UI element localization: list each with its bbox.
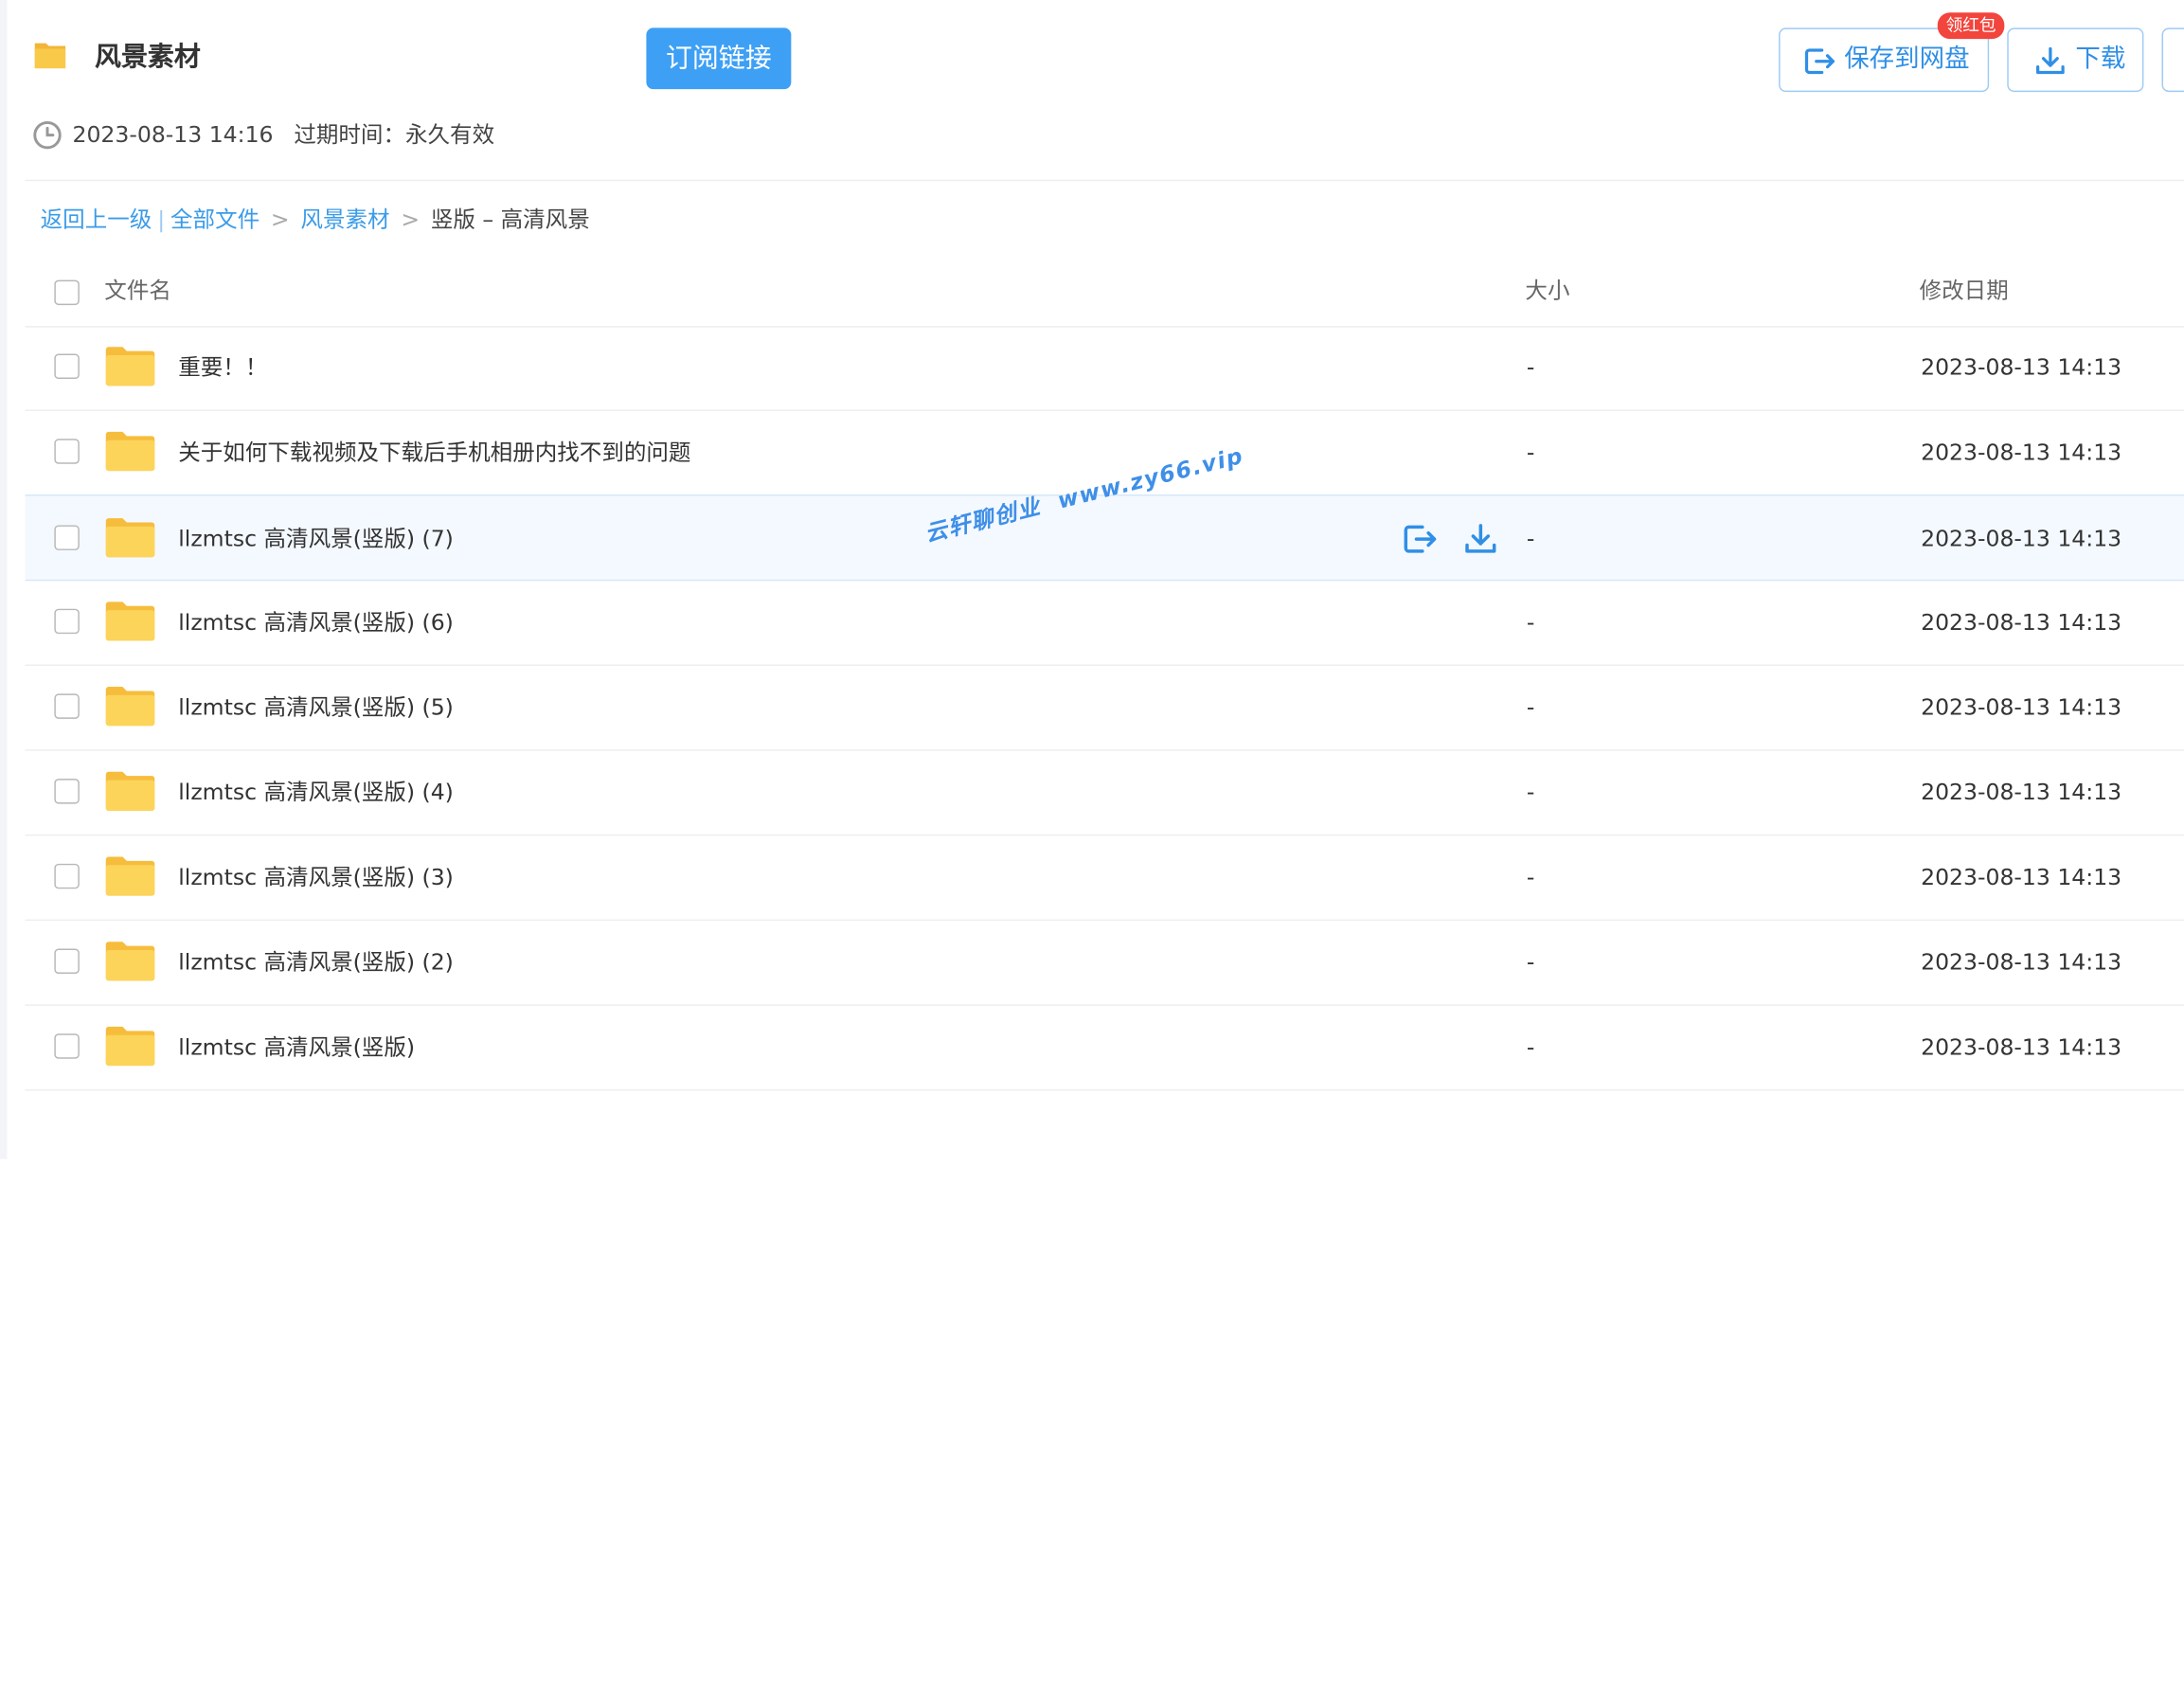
file-name[interactable]: llzmtsc 高清风景(竖版) (2) (178, 946, 454, 979)
clock-icon (33, 120, 62, 150)
share-title: 风景素材 (95, 42, 201, 73)
table-row[interactable]: llzmtsc 高清风景(竖版) (6) - 2023-08-13 14:13 (25, 581, 2184, 666)
file-date: 2023-08-13 14:13 (1921, 779, 2122, 806)
file-date: 2023-08-13 14:13 (1921, 608, 2122, 636)
file-name[interactable]: llzmtsc 高清风景(竖版) (6) (178, 606, 454, 639)
file-name[interactable]: llzmtsc 高清风景(竖版) (7) (178, 523, 454, 556)
table-header: 文件名 大小 修改日期 (25, 257, 2184, 328)
row-checkbox[interactable] (54, 608, 80, 635)
file-name[interactable]: llzmtsc 高清风景(竖版) (3) (178, 861, 454, 894)
folder-icon (105, 1026, 155, 1067)
share-date: 2023-08-13 14:16 (72, 120, 274, 148)
table-row[interactable]: llzmtsc 高清风景(竖版) (5) - 2023-08-13 14:13 (25, 666, 2184, 751)
folder-icon (105, 856, 155, 896)
row-checkbox[interactable] (54, 863, 80, 889)
left-edge (0, 0, 8, 1159)
file-date: 2023-08-13 14:13 (1921, 863, 2122, 890)
file-name[interactable]: llzmtsc 高清风景(竖版) (5) (178, 691, 454, 724)
download-label: 下载 (2075, 45, 2126, 74)
folder-icon (34, 43, 66, 69)
file-size: - (1526, 353, 1535, 381)
save-to-drive-icon (1804, 48, 1835, 75)
folder-icon (105, 687, 155, 727)
file-date: 2023-08-13 14:13 (1921, 439, 2122, 466)
download-button[interactable]: 下载 (2007, 27, 2144, 93)
row-checkbox[interactable] (54, 1033, 80, 1059)
row-checkbox[interactable] (54, 779, 80, 804)
folder-icon (105, 518, 155, 558)
row-checkbox[interactable] (54, 439, 80, 464)
row-download-icon[interactable] (1462, 521, 1498, 557)
file-size: - (1526, 779, 1535, 806)
file-size: - (1526, 525, 1535, 552)
table-row[interactable]: llzmtsc 高清风景(竖版) - 2023-08-13 14:13 (25, 1006, 2184, 1091)
breadcrumb-separator: > (401, 206, 421, 233)
file-size: - (1526, 1033, 1535, 1061)
row-checkbox[interactable] (54, 693, 80, 719)
row-checkbox[interactable] (54, 948, 80, 975)
share-page: 风景素材 订阅链接 保存到网盘 领红包 下载 2023-08-13 14:16 … (0, 0, 2184, 1705)
table-row-hovered[interactable]: llzmtsc 高清风景(竖版) (7) - 2023-08-13 14:13 (25, 494, 2184, 582)
column-header-date[interactable]: 修改日期 (1920, 275, 2009, 308)
breadcrumb: 返回上一级 | 全部文件 > 风景素材 > 竖版 – 高清风景 (41, 204, 590, 237)
file-date: 2023-08-13 14:13 (1921, 353, 2122, 381)
divider (25, 179, 2184, 182)
folder-icon (105, 347, 155, 386)
select-all-checkbox[interactable] (54, 279, 80, 306)
folder-icon (105, 601, 155, 641)
red-packet-badge[interactable]: 领红包 (1937, 12, 2005, 40)
row-checkbox[interactable] (54, 525, 80, 550)
file-date: 2023-08-13 14:13 (1921, 525, 2122, 552)
row-save-icon[interactable] (1402, 521, 1438, 557)
file-size: - (1526, 948, 1535, 976)
file-date: 2023-08-13 14:13 (1921, 948, 2122, 976)
file-size: - (1526, 608, 1535, 636)
breadcrumb-separator: > (270, 206, 290, 233)
all-files-link[interactable]: 全部文件 (170, 204, 260, 237)
file-name[interactable]: llzmtsc 高清风景(竖版) (178, 1031, 415, 1064)
column-header-name[interactable]: 文件名 (104, 275, 171, 308)
breadcrumb-current: 竖版 – 高清风景 (430, 206, 590, 233)
file-size: - (1526, 863, 1535, 890)
folder-icon (105, 942, 155, 981)
folder-icon (105, 771, 155, 811)
file-size: - (1526, 693, 1535, 721)
file-name[interactable]: llzmtsc 高清风景(竖版) (4) (178, 776, 454, 809)
file-name[interactable]: 关于如何下载视频及下载后手机相册内找不到的问题 (178, 436, 690, 469)
row-checkbox[interactable] (54, 353, 80, 380)
file-name[interactable]: 重要！！ (178, 351, 267, 385)
folder-icon (105, 431, 155, 472)
more-button[interactable] (2161, 27, 2184, 93)
table-row[interactable]: llzmtsc 高清风景(竖版) (3) - 2023-08-13 14:13 (25, 835, 2184, 922)
download-icon (2036, 46, 2065, 75)
back-link[interactable]: 返回上一级 (41, 204, 152, 237)
file-size: - (1526, 439, 1535, 466)
breadcrumb-level1-link[interactable]: 风景素材 (300, 204, 389, 237)
subscribe-button[interactable]: 订阅链接 (646, 27, 792, 90)
table-row[interactable]: 重要！！ - 2023-08-13 14:13 (25, 326, 2184, 411)
table-row[interactable]: llzmtsc 高清风景(竖版) (4) - 2023-08-13 14:13 (25, 751, 2184, 836)
expire-time: 过期时间：永久有效 (294, 120, 495, 148)
file-date: 2023-08-13 14:13 (1921, 693, 2122, 721)
breadcrumb-bar: | (157, 206, 166, 233)
column-header-size[interactable]: 大小 (1525, 275, 1569, 308)
file-date: 2023-08-13 14:13 (1921, 1033, 2122, 1061)
table-row[interactable]: llzmtsc 高清风景(竖版) (2) - 2023-08-13 14:13 (25, 921, 2184, 1006)
